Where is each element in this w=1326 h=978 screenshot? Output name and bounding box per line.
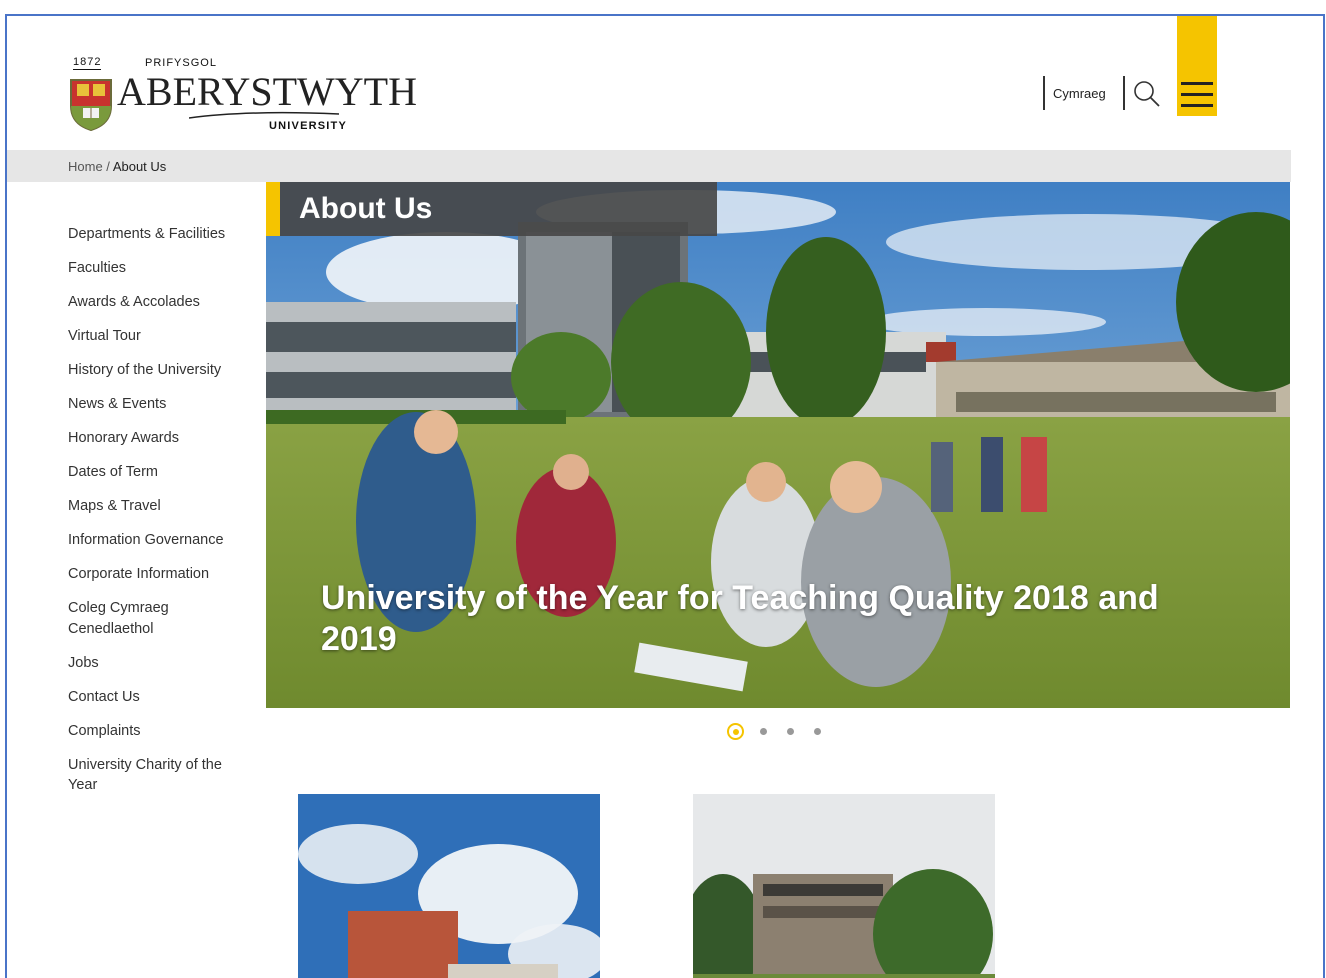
sidebar-item-jobs[interactable]: Jobs — [68, 653, 243, 674]
divider — [1123, 76, 1125, 110]
feature-card-2[interactable] — [693, 794, 995, 978]
breadcrumb-bar: Home / About Us — [7, 150, 1291, 182]
breadcrumb-current: About Us — [112, 159, 167, 174]
menu-bar — [1181, 104, 1213, 107]
search-icon[interactable] — [1133, 80, 1161, 108]
sidebar-item-virtual-tour[interactable]: Virtual Tour — [68, 326, 243, 347]
hero-caption[interactable]: University of the Year for Teaching Qual… — [321, 578, 1221, 660]
hero-title-box: About Us — [266, 182, 717, 236]
hamburger-menu-button[interactable] — [1177, 16, 1217, 116]
sidebar-item-history[interactable]: History of the University — [68, 360, 243, 381]
sidebar-item-faculties[interactable]: Faculties — [68, 258, 243, 279]
logo-university: UNIVERSITY — [269, 120, 348, 132]
feature-card-1[interactable] — [298, 794, 600, 978]
carousel-dot-1[interactable] — [727, 723, 744, 740]
browser-frame: 1872 PRIFYSGOL ABERYSTWYTH UNIVERSITY Cy… — [5, 14, 1325, 978]
logo-year: 1872 — [73, 56, 102, 70]
sidebar-item-honorary-awards[interactable]: Honorary Awards — [68, 428, 243, 449]
sidebar-item-news-events[interactable]: News & Events — [68, 394, 243, 415]
divider — [1043, 76, 1045, 110]
card-image-2 — [693, 794, 995, 978]
breadcrumb: Home / About Us — [68, 159, 166, 174]
breadcrumb-home-link[interactable]: Home — [68, 159, 103, 174]
sidebar-item-awards-accolades[interactable]: Awards & Accolades — [68, 292, 243, 313]
hero-carousel[interactable]: About Us University of the Year for Teac… — [266, 182, 1290, 708]
carousel-dots — [727, 723, 837, 741]
page-title: About Us — [299, 192, 433, 225]
sidebar-item-departments-facilities[interactable]: Departments & Facilities — [68, 224, 243, 245]
breadcrumb-separator: / — [102, 159, 113, 174]
sidebar-item-corporate-information[interactable]: Corporate Information — [68, 564, 243, 585]
menu-bar — [1181, 82, 1213, 85]
sidebar-item-contact-us[interactable]: Contact Us — [68, 687, 243, 708]
sidebar-item-maps-travel[interactable]: Maps & Travel — [68, 496, 243, 517]
carousel-dot-3[interactable] — [787, 728, 794, 735]
sidebar-item-charity-of-the-year[interactable]: University Charity of the Year — [68, 755, 243, 796]
sidebar-item-dates-of-term[interactable]: Dates of Term — [68, 462, 243, 483]
carousel-dot-2[interactable] — [760, 728, 767, 735]
crest-icon — [70, 79, 112, 132]
language-switch-link[interactable]: Cymraeg — [1053, 86, 1106, 101]
sidebar-item-complaints[interactable]: Complaints — [68, 721, 243, 742]
carousel-dot-4[interactable] — [814, 728, 821, 735]
card-image-1 — [298, 794, 600, 978]
university-logo[interactable]: 1872 PRIFYSGOL ABERYSTWYTH UNIVERSITY — [69, 56, 417, 136]
sidebar-nav: Departments & Facilities Faculties Award… — [68, 224, 243, 809]
menu-bar — [1181, 93, 1213, 96]
title-accent-bar — [266, 182, 280, 236]
sidebar-item-information-governance[interactable]: Information Governance — [68, 530, 243, 551]
sidebar-item-coleg-cymraeg[interactable]: Coleg Cymraeg Cenedlaethol — [68, 598, 243, 639]
